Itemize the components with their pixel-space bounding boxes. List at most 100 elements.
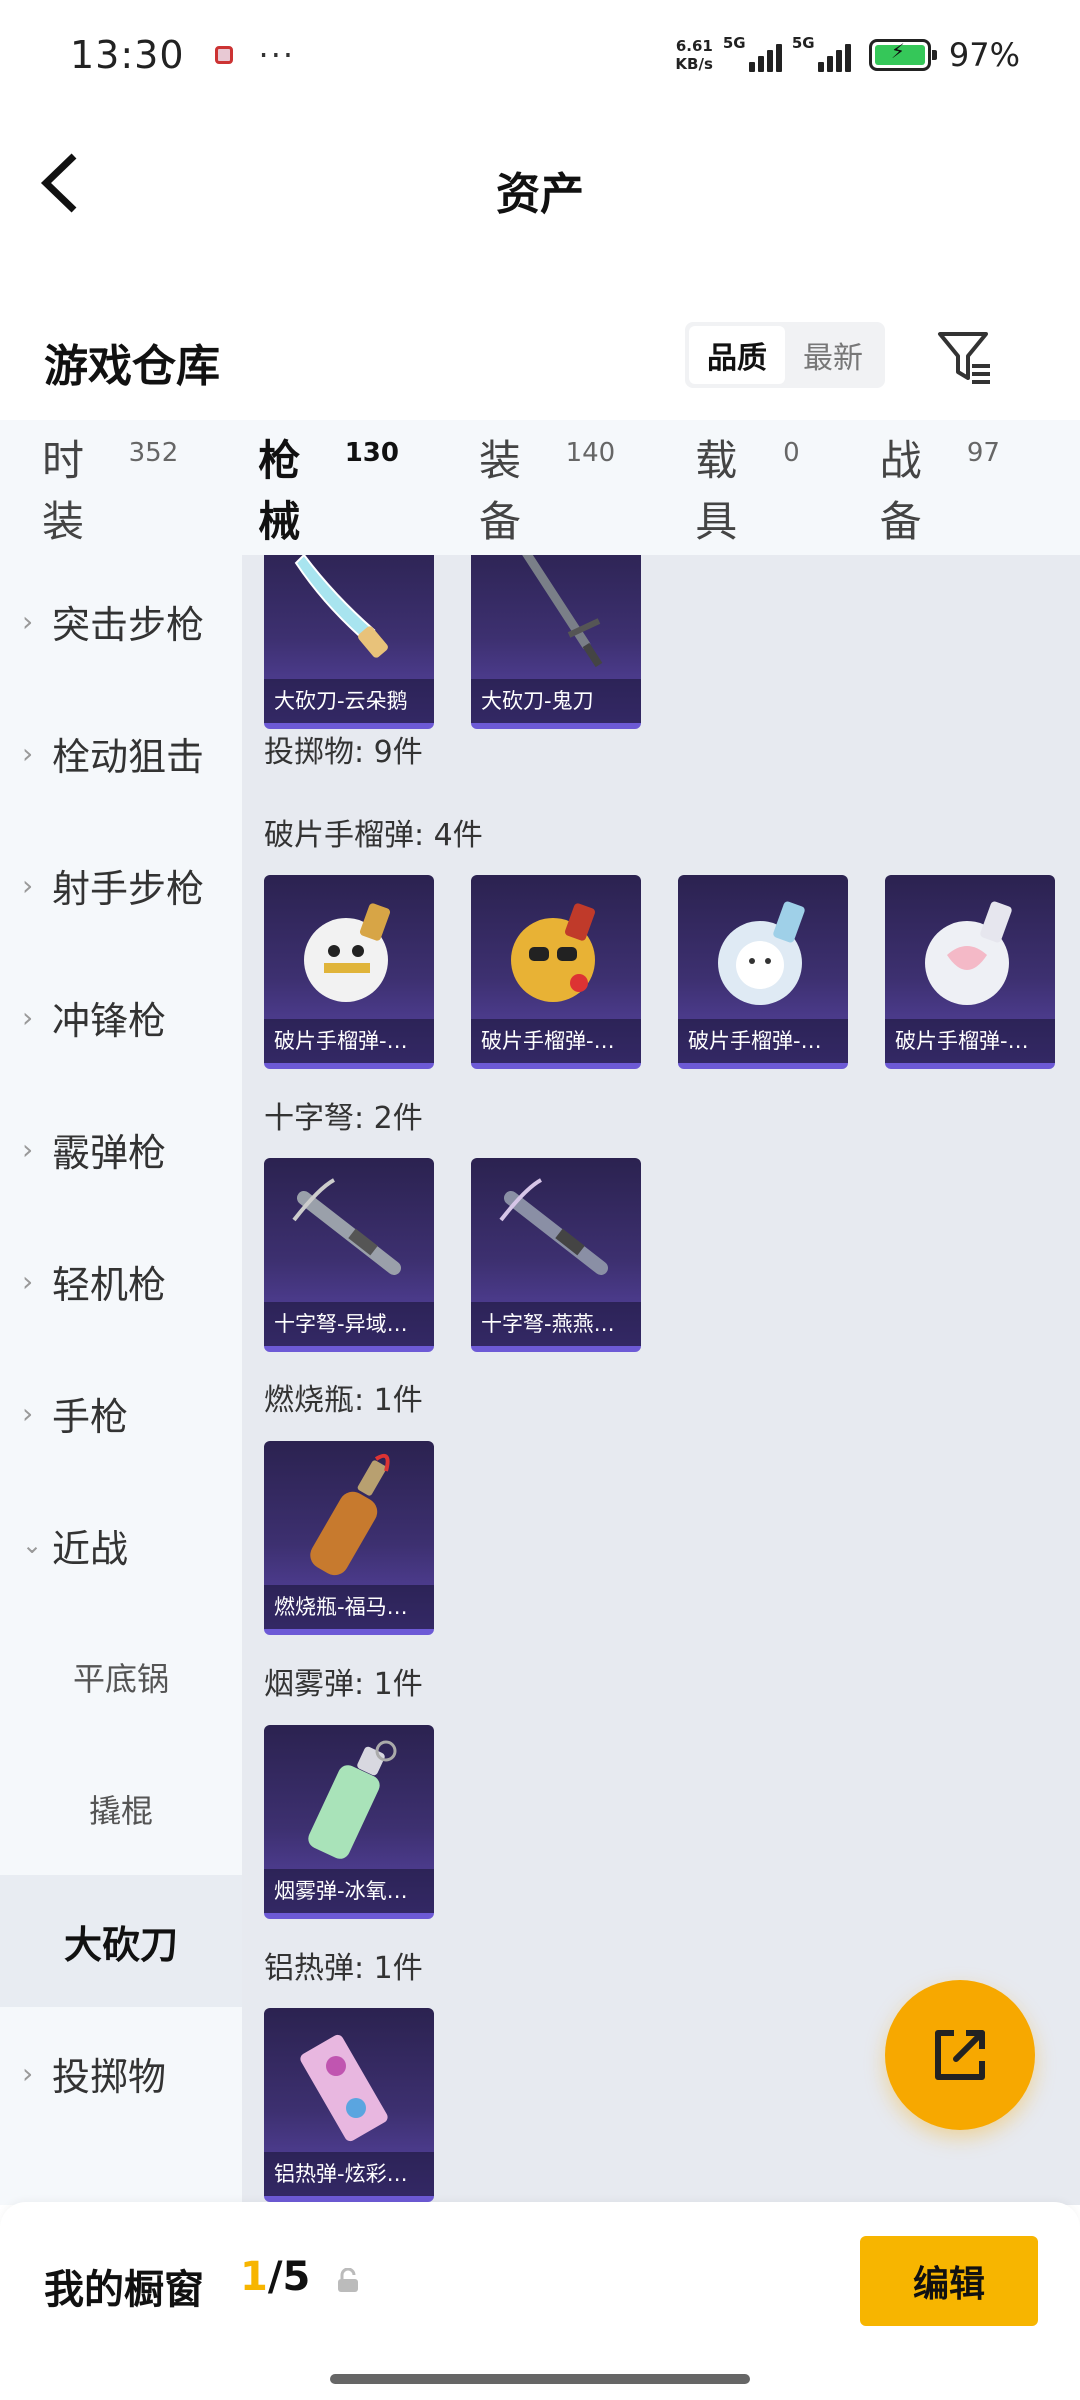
filter-button[interactable] (930, 322, 1000, 392)
notification-app-icon (214, 46, 233, 64)
item-card[interactable]: 十字弩-燕燕… (471, 1158, 641, 1352)
item-art (471, 555, 641, 685)
battery-percent: 97% (948, 36, 1020, 74)
item-label: 破片手榴弹-… (885, 1019, 1055, 1063)
lock-icon (338, 2268, 358, 2292)
sidebar-item-label: 冲锋枪 (52, 998, 167, 1043)
sidebar-item-melee[interactable]: ⌄ 近战 (0, 1479, 242, 1611)
group-title: 破片手榴弹: 4件 (264, 818, 483, 853)
tab-count: 0 (783, 437, 800, 468)
showcase-count: 1/5 (240, 2254, 310, 2300)
network-speed: 6.61 KB/s (675, 37, 712, 73)
sort-option-newest[interactable]: 最新 (785, 326, 881, 384)
tab-count: 140 (565, 437, 616, 468)
tab-firearms[interactable]: 枪械 130 (258, 427, 399, 579)
item-card[interactable]: 烟雾弹-冰氧… (264, 1725, 434, 1919)
throwables-count: 投掷物: 9件 (264, 735, 423, 770)
tab-count: 97 (966, 437, 1000, 468)
tab-vehicles[interactable]: 载具 0 (695, 427, 799, 549)
sidebar-item-bolt-sniper[interactable]: › 栓动狙击 (0, 687, 242, 819)
item-label: 十字弩-燕燕… (471, 1302, 641, 1346)
sidebar-item-label: 栓动狙击 (52, 734, 205, 779)
showcase-title: 我的橱窗 (44, 2267, 204, 2313)
group-title: 十字弩: 2件 (264, 1101, 423, 1136)
tab-count: 130 (344, 437, 399, 468)
share-export-icon (935, 2030, 985, 2080)
tab-equipment[interactable]: 装备 140 (479, 427, 615, 549)
sidebar-item-assault-rifle[interactable]: › 突击步枪 (0, 555, 242, 687)
sort-option-quality[interactable]: 品质 (689, 326, 785, 384)
sidebar-subitem-machete[interactable]: 大砍刀 (0, 1875, 242, 2007)
item-label: 破片手榴弹-… (678, 1019, 848, 1063)
category-tabs: 时装 352 枪械 130 装备 140 载具 0 战备 97 (0, 420, 1080, 579)
chevron-down-icon: ⌄ (22, 1531, 43, 1559)
section-title: 游戏仓库 (44, 341, 220, 392)
chevron-right-icon: › (22, 1396, 34, 1430)
tab-label: 战备 (879, 435, 922, 546)
sidebar-item-smg[interactable]: › 冲锋枪 (0, 951, 242, 1083)
tab-count: 352 (128, 437, 179, 468)
item-card[interactable]: 破片手榴弹-… (471, 875, 641, 1069)
sort-toggle: 品质 最新 (685, 322, 885, 388)
item-label: 大砍刀-云朵鹅 (264, 679, 434, 723)
showcase-count-current: 1 (240, 2254, 268, 2300)
item-card[interactable]: 铝热弹-炫彩… (264, 2008, 434, 2202)
item-card[interactable]: 破片手榴弹-… (885, 875, 1055, 1069)
signal-tag-2: 5G (791, 34, 815, 52)
item-art (678, 875, 848, 1025)
edit-button[interactable]: 编辑 (860, 2236, 1038, 2326)
sidebar-subitem-crowbar[interactable]: 撬棍 (0, 1743, 242, 1875)
tab-label: 枪械 (258, 435, 301, 546)
home-indicator[interactable] (330, 2374, 750, 2384)
top-app-bar: 资产 (0, 110, 1080, 270)
item-grid: 大砍刀-云朵鹅 大砍刀-鬼刀 投掷物: 9件 破片手榴弹: 4件 破片手榴弹-…… (242, 555, 1080, 2205)
item-art (471, 1158, 641, 1308)
item-card[interactable]: 十字弩-异域… (264, 1158, 434, 1352)
tab-label: 装备 (478, 435, 521, 546)
item-card[interactable]: 大砍刀-云朵鹅 (264, 555, 434, 729)
sidebar-item-lmg[interactable]: › 轻机枪 (0, 1215, 242, 1347)
sidebar-item-label: 近战 (52, 1526, 129, 1571)
item-label: 燃烧瓶-福马… (264, 1585, 434, 1629)
sidebar-item-marksman-rifle[interactable]: › 射手步枪 (0, 819, 242, 951)
sidebar-item-label: 轻机枪 (52, 1262, 167, 1307)
page-title: 资产 (496, 169, 584, 220)
sidebar-item-throwables[interactable]: › 投掷物 (0, 2007, 242, 2139)
item-card[interactable]: 大砍刀-鬼刀 (471, 555, 641, 729)
chevron-right-icon: › (22, 736, 34, 770)
weapon-type-sidebar: › 突击步枪 › 栓动狙击 › 射手步枪 › 冲锋枪 › 霰弹枪 › 轻机枪 ›… (0, 555, 242, 2205)
group-title: 燃烧瓶: 1件 (264, 1383, 423, 1418)
sidebar-item-label: 霰弹枪 (52, 1130, 167, 1175)
tab-label: 载具 (695, 435, 738, 546)
showcase-bar: 我的橱窗 1/5 编辑 (0, 2202, 1080, 2400)
item-label: 十字弩-异域… (264, 1302, 434, 1346)
signal-tag-1: 5G (722, 34, 746, 52)
warehouse-header: 游戏仓库 品质 最新 (0, 300, 1080, 420)
signal-icon-1: 5G (723, 34, 782, 72)
signal-icon-2: 5G (792, 34, 851, 72)
more-notifications-icon: ··· (258, 36, 296, 74)
item-label: 破片手榴弹-… (471, 1019, 641, 1063)
item-card[interactable]: 燃烧瓶-福马… (264, 1441, 434, 1635)
group-title: 烟雾弹: 1件 (264, 1667, 423, 1702)
sidebar-item-label: 手枪 (52, 1394, 129, 1439)
item-card[interactable]: 破片手榴弹-… (264, 875, 434, 1069)
chevron-right-icon: › (22, 1264, 34, 1298)
sidebar-item-shotgun[interactable]: › 霰弹枪 (0, 1083, 242, 1215)
item-card[interactable]: 破片手榴弹-… (678, 875, 848, 1069)
share-button[interactable] (885, 1980, 1035, 2130)
sidebar-subitem-pan[interactable]: 平底锅 (0, 1611, 242, 1743)
filter-icon (938, 332, 990, 384)
item-label: 铝热弹-炫彩… (264, 2152, 434, 2196)
chevron-right-icon: › (22, 868, 34, 902)
sidebar-item-pistol[interactable]: › 手枪 (0, 1347, 242, 1479)
item-label: 破片手榴弹-… (264, 1019, 434, 1063)
chevron-right-icon: › (22, 1132, 34, 1166)
network-speed-unit: KB/s (675, 55, 713, 73)
item-art (264, 875, 434, 1025)
chevron-right-icon: › (22, 604, 34, 638)
tab-fashion[interactable]: 时装 352 (42, 427, 178, 549)
chevron-right-icon: › (22, 1000, 34, 1034)
tab-supplies[interactable]: 战备 97 (880, 427, 1000, 549)
item-art (264, 1725, 434, 1875)
